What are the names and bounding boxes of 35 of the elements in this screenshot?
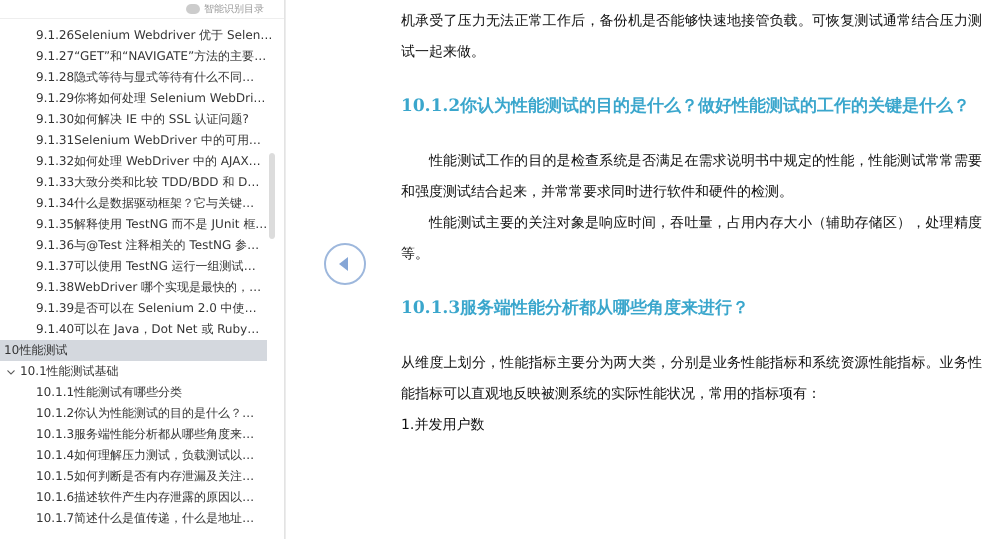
toc-item[interactable]: 9.1.36与@Test 注释相关的 TestNG 参…: [0, 235, 284, 256]
toc-item[interactable]: 9.1.34什么是数据驱动框架？它与关键…: [0, 193, 284, 214]
toc-item[interactable]: 9.1.28隐式等待与显式等待有什么不同…: [0, 67, 284, 88]
toc-item[interactable]: 10.1.3服务端性能分析都从哪些角度来…: [0, 424, 284, 445]
toc-item[interactable]: 9.1.26Selenium Webdriver 优于 Selen…: [0, 25, 284, 46]
toc-item[interactable]: 10.1.2你认为性能测试的目的是什么？…: [0, 403, 284, 424]
toc-item[interactable]: 9.1.32如何处理 WebDriver 中的 AJAX…: [0, 151, 284, 172]
paragraph: 性能测试工作的目的是检查系统是否满足在需求说明书中规定的性能，性能测试常常需要和强度测试结合起来，并常常要求同时进行软件和硬件的检测。: [401, 152, 982, 202]
paragraph: 性能测试主要的关注对象是响应时间，吞吐量，占用内存大小（辅助存储区），处理精度等。: [401, 214, 982, 264]
toc-item[interactable]: 9.1.38WebDriver 哪个实现是最快的，…: [0, 277, 284, 298]
section-heading: 10.1.2你认为性能测试的目的是什么？做好性能测试的工作的关键是什么？: [401, 95, 972, 118]
toc-item[interactable]: 10.1.6描述软件产生内存泄露的原因以…: [0, 487, 284, 508]
paragraph: 从维度上划分，性能指标主要分为两大类，分别是业务性能指标和系统资源性能指标。业务性能指标可以直观地反映被测系统的实际性能状况，常用的指标项有：: [401, 354, 982, 404]
toc-item[interactable]: 10.1.4如何理解压力测试，负载测试以…: [0, 445, 284, 466]
toc-item[interactable]: 10.1.5如何判断是否有内存泄漏及关注…: [0, 466, 284, 487]
toggle-label: 智能识别目录: [204, 2, 264, 16]
paragraph: 机承受了压力无法正常工作后，备份机是否能够快速地接管负载。可恢复测试通常结合压力测试一起来做。: [401, 12, 982, 62]
scrollbar-thumb[interactable]: [269, 153, 275, 239]
toc-item[interactable]: 9.1.39是否可以在 Selenium 2.0 中使…: [0, 298, 284, 319]
toggle-switch[interactable]: [186, 4, 200, 14]
toc-item[interactable]: 9.1.27“GET”和“NAVIGATE”方法的主要…: [0, 46, 284, 67]
toc-item[interactable]: 10.1.1性能测试有哪些分类: [0, 382, 284, 403]
toc-item[interactable]: 9.1.29你将如何处理 Selenium WebDri…: [0, 88, 284, 109]
toc-item[interactable]: 9.1.33大致分类和比较 TDD/BDD 和 D…: [0, 172, 284, 193]
toc-item[interactable]: 9.1.35解释使用 TestNG 而不是 JUnit 框…: [0, 214, 284, 235]
toc-item[interactable]: 10.1性能测试基础: [0, 361, 284, 382]
toc-item[interactable]: 9.1.30如何解决 IE 中的 SSL 认证问题?: [0, 109, 284, 130]
toc-item[interactable]: 10性能测试: [0, 340, 267, 361]
section-heading: 10.1.3服务端性能分析都从哪些角度来进行？: [401, 297, 750, 320]
previous-page-button[interactable]: [322, 242, 366, 286]
toc-item[interactable]: 9.1.40可以在 Java，Dot Net 或 Ruby…: [0, 319, 284, 340]
paragraph: 1.并发用户数: [401, 416, 486, 435]
toc-item[interactable]: 9.1.31Selenium WebDriver 中的可用…: [0, 130, 284, 151]
toc-item[interactable]: 10.1.7简述什么是值传递，什么是地址…: [0, 508, 284, 529]
toc-item[interactable]: 9.1.37可以使用 TestNG 运行一组测试…: [0, 256, 284, 277]
